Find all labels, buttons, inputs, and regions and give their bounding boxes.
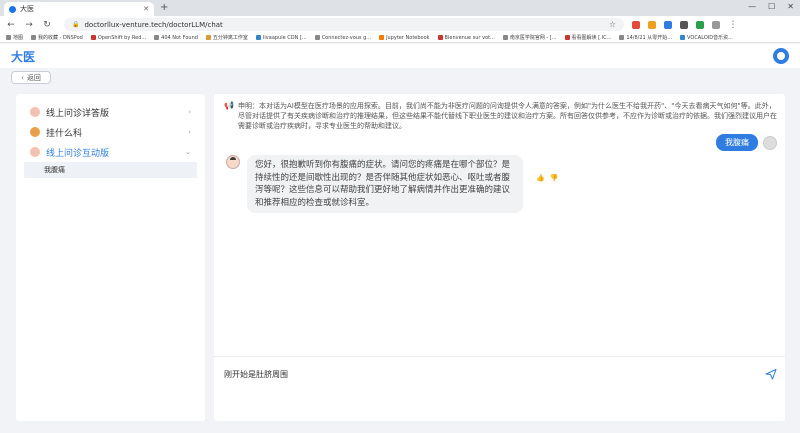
sidebar-item-detailed-consult[interactable]: 线上问诊详答版 › — [24, 102, 197, 122]
sidebar-item-department[interactable]: 挂什么科 › — [24, 122, 197, 142]
window-controls: — ☐ ✕ — [748, 2, 794, 11]
minimize-icon[interactable]: — — [748, 2, 756, 11]
bookmark-item[interactable]: Jupyter Notebook — [379, 35, 430, 41]
browser-toolbar: ← → ↻ 🔒 doctorllux-venture.tech/doctorLL… — [0, 16, 800, 33]
sidebar-item-label: 挂什么科 — [46, 128, 83, 139]
forward-arrow-icon[interactable]: → — [24, 20, 34, 30]
bookmark-item[interactable]: 南京医学院官网 - [... — [502, 34, 557, 41]
browser-tab[interactable]: 大医 ✕ — [4, 2, 154, 16]
bookmark-star-icon[interactable]: ☆ — [609, 20, 616, 29]
bookmark-item[interactable]: 五分钟离工作室 — [205, 34, 248, 41]
chevron-down-icon: ⌄ — [185, 148, 191, 156]
back-button[interactable]: ‹ 返回 — [11, 71, 51, 84]
app-logo[interactable]: 大医 — [11, 48, 35, 65]
user-message-bubble: 我腹痛 — [716, 134, 758, 151]
message-composer — [214, 356, 785, 421]
bookmark-item[interactable]: Iivaapule CDN [... — [255, 35, 307, 41]
browser-tabstrip: 大医 ✕ + — ☐ ✕ — [0, 0, 800, 16]
extension-icon[interactable] — [680, 20, 688, 29]
sidebar-item-interactive-consult[interactable]: 线上问诊互动版 ⌄ — [24, 142, 197, 162]
new-tab-icon[interactable]: + — [160, 2, 168, 14]
tab-title: 大医 — [20, 5, 34, 13]
message-reactions: 👍 👎 — [536, 174, 558, 182]
sidebar-subitem-abdominal-pain[interactable]: 我腹痛 — [24, 162, 197, 178]
maximize-icon[interactable]: ☐ — [768, 2, 775, 11]
tab-favicon-icon — [9, 5, 16, 13]
bookmarks-bar: 地图 我的收藏 - DNSPod OpenShift by Red... 404… — [0, 33, 800, 43]
chevron-right-icon: › — [188, 108, 191, 116]
user-message-row: 我腹痛 — [716, 134, 777, 151]
disclaimer-text: 申明：本对话为AI模型在医疗场景的应用探索。目前，我们尚不能为非医疗问题的问询提… — [237, 102, 777, 130]
bookmark-item[interactable]: Connectez-vous g... — [314, 35, 371, 41]
chat-panel: 📢 申明：本对话为AI模型在医疗场景的应用探索。目前，我们尚不能为非医疗问题的问… — [214, 94, 785, 421]
back-bar: ‹ 返回 — [0, 68, 800, 86]
bookmark-item[interactable]: 14/8/21 从零开始... — [619, 34, 672, 41]
doctor-icon — [30, 127, 40, 137]
thumbs-up-icon[interactable]: 👍 — [536, 174, 545, 182]
bookmark-item[interactable]: 看看图解读 [.IC... — [564, 34, 611, 41]
close-window-icon[interactable]: ✕ — [787, 2, 794, 11]
sidebar-subitem-label: 我腹痛 — [44, 166, 65, 174]
sidebar: 线上问诊详答版 › 挂什么科 › 线上问诊互动版 ⌄ 我腹痛 — [16, 94, 205, 421]
speaker-icon: 📢 — [224, 101, 234, 110]
bookmark-item[interactable]: 我的收藏 - DNSPod — [31, 34, 83, 41]
profile-icon[interactable] — [712, 20, 720, 29]
doctor-avatar-icon — [226, 155, 240, 169]
bookmark-item[interactable]: Bienvenue sur vot... — [437, 35, 495, 41]
back-button-label: 返回 — [26, 73, 41, 82]
bookmark-item[interactable]: 404 Not Found — [154, 35, 198, 41]
message-input[interactable] — [224, 370, 744, 379]
bookmark-item[interactable]: OpenShift by Red... — [90, 35, 146, 41]
sidebar-item-label: 线上问诊互动版 — [46, 148, 110, 159]
bot-message-row: 您好，很抱歉听到你有腹痛的症状。请问您的疼痛是在哪个部位？是持续性的还是间歇性出… — [226, 155, 523, 213]
chevron-left-icon: ‹ — [21, 73, 24, 82]
doctor-icon — [30, 147, 40, 157]
bot-message-bubble: 您好，很抱歉听到你有腹痛的症状。请问您的疼痛是在哪个部位？是持续性的还是间歇性出… — [247, 155, 523, 213]
bookmark-item[interactable]: 地图 — [6, 34, 23, 41]
disclaimer-notice: 📢 申明：本对话为AI模型在医疗场景的应用探索。目前，我们尚不能为非医疗问题的问… — [224, 101, 780, 131]
app-header: 大医 — [0, 44, 800, 68]
reload-icon[interactable]: ↻ — [42, 20, 52, 30]
extension-icon[interactable] — [664, 20, 672, 29]
lock-icon: 🔒 — [72, 21, 80, 28]
extension-icon[interactable] — [632, 20, 640, 29]
menu-dots-icon[interactable]: ⋮ — [728, 20, 738, 30]
sidebar-item-label: 线上问诊详答版 — [46, 108, 110, 119]
chevron-right-icon: › — [188, 128, 191, 136]
thumbs-down-icon[interactable]: 👎 — [550, 174, 559, 182]
user-avatar-icon[interactable] — [773, 48, 789, 64]
extension-icon[interactable] — [696, 20, 704, 29]
bookmark-item[interactable]: VOCALOID音乐资... — [680, 34, 733, 41]
doctor-icon — [30, 107, 40, 117]
send-icon[interactable] — [765, 368, 777, 380]
user-avatar-icon — [763, 135, 777, 150]
extension-icon[interactable] — [648, 20, 656, 29]
back-arrow-icon[interactable]: ← — [6, 20, 16, 30]
close-tab-icon[interactable]: ✕ — [143, 5, 149, 13]
url-text: doctorllux-venture.tech/doctorLLM/chat — [84, 20, 223, 29]
address-bar[interactable]: 🔒 doctorllux-venture.tech/doctorLLM/chat… — [64, 18, 624, 31]
